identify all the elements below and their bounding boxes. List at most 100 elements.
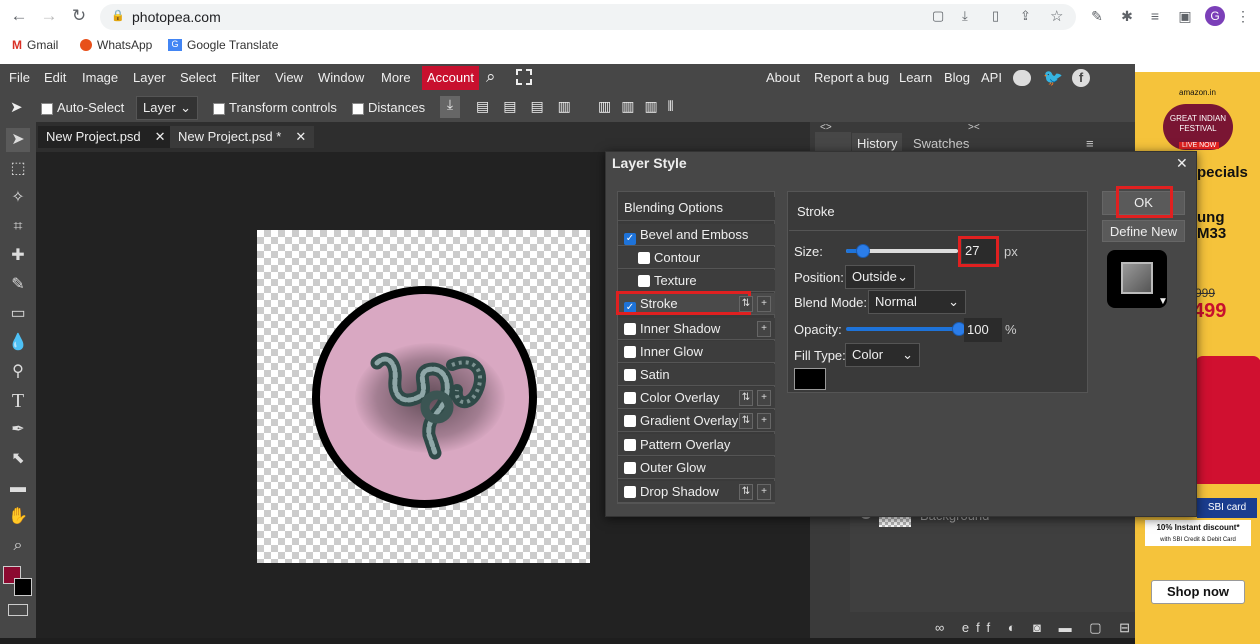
bookmark-whatsapp[interactable]: WhatsApp [80,38,152,52]
blur-tool-icon[interactable]: 💧 [6,331,30,355]
healing-brush-icon[interactable]: ✚ [6,244,30,268]
account-button[interactable]: Account [422,66,479,90]
path-select-icon[interactable]: ⬉ [6,447,30,471]
move-tool-icon[interactable]: ➤ [6,128,30,152]
link-learn[interactable]: Learn [899,70,932,85]
search-icon[interactable]: ⌕ [486,67,496,87]
tab-new-project[interactable]: New Project.psd ✕ [38,126,174,148]
menu-image[interactable]: Image [82,70,118,85]
opacity-slider-track[interactable] [846,327,960,331]
menu-edit[interactable]: Edit [44,70,66,85]
drop-shadow-add-icon[interactable]: + [757,484,771,500]
color-overlay-arrange-icon[interactable]: ⇅ [739,390,753,406]
magic-wand-icon[interactable]: ✧ [6,186,30,210]
close-icon[interactable]: ✕ [1176,155,1188,172]
keyboard-icon[interactable] [8,604,28,616]
option-inner-shadow[interactable]: Inner Shadow [618,318,775,340]
gradient-overlay-arrange-icon[interactable]: ⇅ [739,413,753,429]
move-tool-icon[interactable]: ➤ [10,98,23,116]
extensions-icon[interactable]: ✱ [1118,8,1136,25]
transform-controls-checkbox[interactable]: Transform controls [213,100,337,115]
menu-select[interactable]: Select [180,70,216,85]
shape-tool-icon[interactable]: ▬ [6,476,30,500]
link-blog[interactable]: Blog [944,70,970,85]
close-icon[interactable]: ✕ [295,129,306,144]
share-icon[interactable]: ⇪ [1020,8,1031,24]
stroke-arrange-icon[interactable]: ⇅ [739,296,753,312]
sidebar-icon[interactable]: ▣ [1176,8,1194,25]
bookmark-gmail[interactable]: M Gmail [12,38,58,52]
define-new-button[interactable]: Define New [1102,220,1185,242]
stroke-add-icon[interactable]: + [757,296,771,312]
option-inner-glow[interactable]: Inner Glow [618,341,775,363]
auto-select-checkbox[interactable]: Auto-Select [41,100,124,115]
menu-filter[interactable]: Filter [231,70,260,85]
profile-avatar[interactable]: G [1205,6,1225,26]
pen-tool-icon[interactable]: ✒ [6,418,30,442]
layer-select[interactable]: Layer ⌄ [136,96,198,120]
address-bar[interactable]: 🔒 photopea.com ▢ ⤓ ▯ ⇪ ☆ [100,4,1076,30]
more-vert-icon[interactable]: ⋮ [1234,8,1252,25]
menu-file[interactable]: File [9,70,30,85]
distances-checkbox[interactable]: Distances [352,100,425,115]
brush-tool-icon[interactable]: ✎ [6,273,30,297]
option-texture[interactable]: Texture [618,270,775,292]
background-color-swatch[interactable] [14,578,32,596]
document-canvas[interactable] [257,230,590,563]
link-report-bug[interactable]: Report a bug [814,70,889,85]
blend-mode-select[interactable]: Normal ⌄ [868,290,966,314]
bookmark-google-translate[interactable]: G Google Translate [168,38,278,52]
stroke-color-swatch[interactable] [794,368,826,390]
option-satin[interactable]: Satin [618,364,775,386]
star-icon[interactable]: ☆ [1050,7,1063,25]
menu-window[interactable]: Window [318,70,364,85]
link-about[interactable]: About [766,70,800,85]
option-contour[interactable]: Contour [618,247,775,269]
option-pattern-overlay[interactable]: Pattern Overlay [618,434,775,456]
panel-menu-icon[interactable]: ≡ [1086,136,1094,151]
gradient-tool-icon[interactable]: ▭ [6,302,30,326]
text-tool-icon[interactable]: T [6,389,30,413]
eyedropper-icon[interactable]: ✎ [1088,8,1106,25]
size-slider-knob[interactable] [856,244,870,258]
clipboard-icon[interactable]: ▢ [932,8,944,24]
distribute-icons[interactable]: ▥▥▥⫴ [598,98,684,115]
tab-swatches[interactable]: Swatches [913,136,969,151]
blending-options[interactable]: Blending Options [618,197,775,221]
twitter-icon[interactable]: 🐦 [1043,68,1063,88]
download-icon[interactable]: ⤓ [962,8,968,24]
close-icon[interactable]: ✕ [155,129,166,144]
gradient-overlay-add-icon[interactable]: + [757,413,771,429]
menu-layer[interactable]: Layer [133,70,166,85]
tab-new-project-modified[interactable]: New Project.psd * ✕ [170,126,315,148]
download-align-icon[interactable]: ⤓ [440,96,460,118]
color-overlay-add-icon[interactable]: + [757,390,771,406]
link-api[interactable]: API [981,70,1002,85]
ad-shop-now-button[interactable]: Shop now [1151,580,1245,604]
opacity-input[interactable]: 100 [964,318,1002,342]
collapse-icon-right[interactable]: >< [968,122,980,133]
dodge-tool-icon[interactable]: ⚲ [6,360,30,384]
zoom-tool-icon[interactable]: ⌕ [6,534,30,558]
position-select[interactable]: Outside ⌄ [845,265,915,289]
hand-tool-icon[interactable]: ✋ [6,505,30,529]
back-icon[interactable]: ← [8,6,30,26]
crop-tool-icon[interactable]: ⌗ [6,215,30,239]
page-icon[interactable]: ▯ [992,8,999,24]
drop-shadow-arrange-icon[interactable]: ⇅ [739,484,753,500]
inner-shadow-add-icon[interactable]: + [757,321,771,337]
menu-view[interactable]: View [275,70,303,85]
menu-more[interactable]: More [381,70,411,85]
reddit-icon[interactable] [1013,70,1031,86]
marquee-tool-icon[interactable]: ⬚ [6,157,30,181]
option-bevel-emboss[interactable]: ✓ Bevel and Emboss [618,224,775,246]
option-outer-glow[interactable]: Outer Glow [618,457,775,479]
preview-menu-icon[interactable]: ▼ [1158,296,1168,307]
fill-type-select[interactable]: Color ⌄ [845,343,920,367]
fullscreen-icon[interactable] [516,69,532,85]
media-icon[interactable]: ≡ [1146,8,1164,24]
reload-icon[interactable]: ↻ [68,6,90,26]
facebook-icon[interactable]: f [1072,69,1090,87]
forward-icon[interactable]: → [38,6,60,26]
align-icons[interactable]: ▤▤▤▥ [476,98,585,115]
